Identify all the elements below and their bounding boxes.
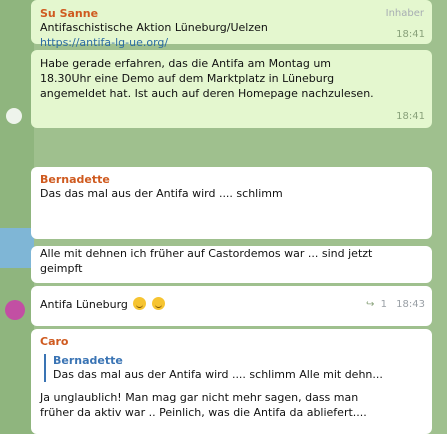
tired-face-emoji (151, 297, 165, 310)
forwarded-message[interactable]: Antifa Lüneburg ↪ 1 18:43 (31, 286, 432, 326)
tired-face-emoji (133, 297, 147, 310)
sender-role-badge: Inhaber (385, 8, 424, 19)
sender-name[interactable]: Su Sanne (40, 7, 423, 20)
wallpaper-decoration (0, 228, 34, 268)
message-link[interactable]: https://antifa-lg-ue.org/ (40, 35, 423, 50)
reply-quote[interactable]: Bernadette Das das mal aus der Antifa wi… (44, 354, 423, 382)
message-text: Antifaschistische Aktion Lüneburg/Uelzen (40, 21, 268, 34)
reply-sender-name: Bernadette (53, 354, 123, 367)
message-bubble[interactable]: Caro Bernadette Das das mal aus der Anti… (31, 329, 432, 434)
sender-name[interactable]: Caro (40, 335, 423, 348)
message-bubble[interactable]: Alle mit dehnen ich früher auf Castordem… (31, 246, 432, 283)
message-text-line: angemeldet hat. Ist auch auf deren Homep… (40, 87, 374, 100)
wallpaper-decoration (5, 300, 25, 320)
view-count: 1 (380, 299, 387, 310)
message-bubble[interactable]: Bernadette Das das mal aus der Antifa wi… (31, 167, 432, 239)
message-bubble[interactable]: Habe gerade erfahren, das die Antifa am … (31, 50, 432, 128)
reply-text: Das das mal aus der Antifa wird .... sch… (53, 368, 383, 381)
message-meta: ↪ 1 18:43 (366, 299, 425, 310)
message-text-line: früher da aktiv war .. Peinlich, was die… (40, 406, 367, 419)
message-time: 18:41 (396, 29, 425, 40)
message-text-line: Alle mit dehnen ich früher auf Castordem… (40, 247, 373, 260)
wallpaper-decoration (6, 108, 22, 124)
message-text-line: Ja unglaublich! Man mag gar nicht mehr s… (40, 391, 359, 404)
message-text-line: Das das mal aus der Antifa wird .... sch… (40, 187, 283, 200)
message-time: 18:43 (396, 299, 425, 310)
message-text-line: geimpft (40, 262, 83, 275)
message-text-line: Habe gerade erfahren, das die Antifa am … (40, 57, 332, 70)
message-text-line: 18.30Uhr eine Demo auf dem Marktplatz in… (40, 72, 335, 85)
sender-name[interactable]: Bernadette (40, 173, 423, 186)
message-text: Antifa Lüneburg (40, 298, 128, 311)
chat-wallpaper (0, 0, 34, 434)
message-bubble[interactable]: Su Sanne Inhaber Antifaschistische Aktio… (31, 0, 432, 49)
message-time: 18:41 (396, 111, 425, 122)
share-icon[interactable]: ↪ (366, 299, 374, 310)
